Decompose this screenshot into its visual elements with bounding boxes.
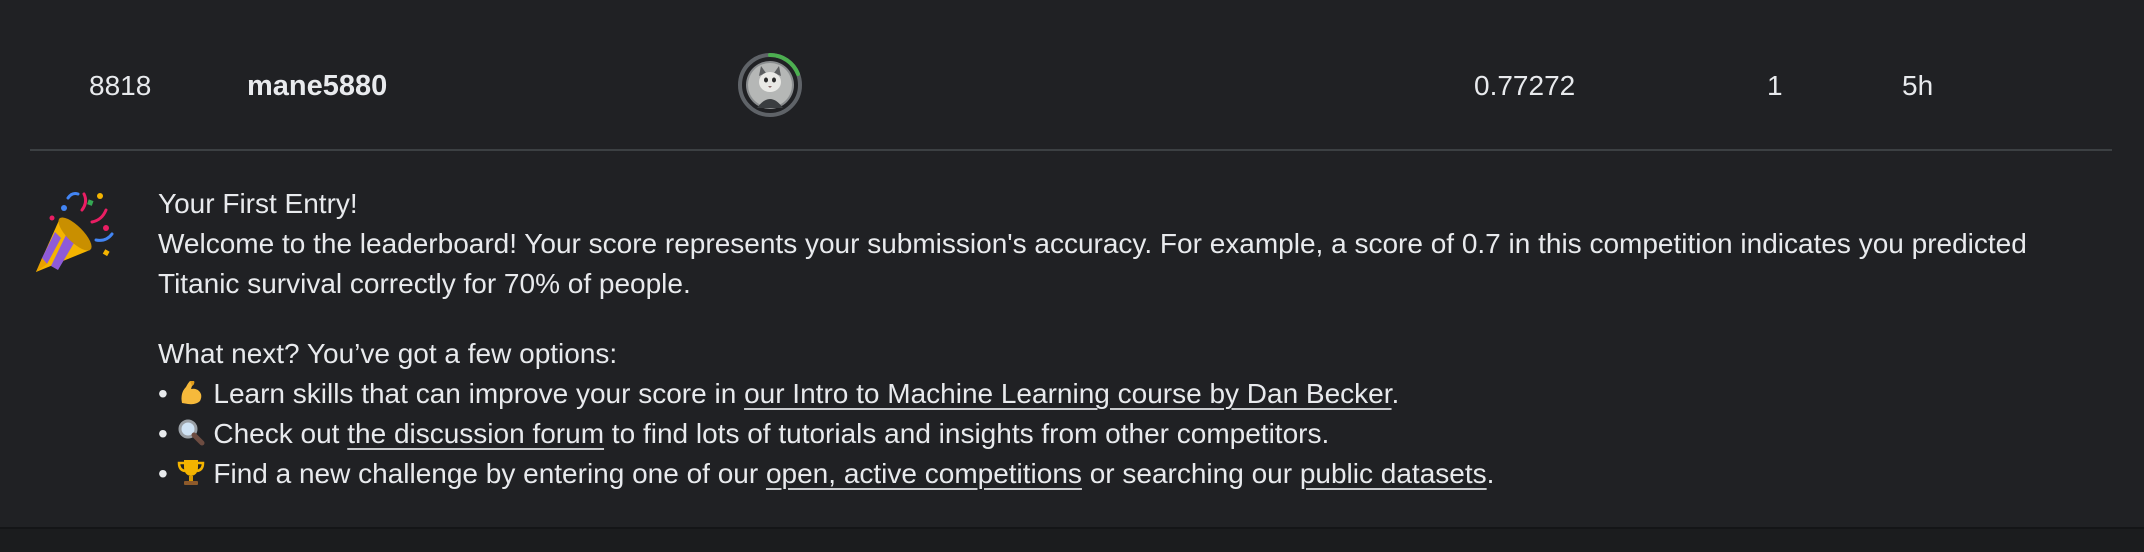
bullet: • [158,378,168,409]
bullet2-suffix: to find lots of tutorials and insights f… [604,418,1330,449]
bullet3-prefix: Find a new challenge by entering one of … [213,458,766,489]
discussion-forum-link[interactable]: the discussion forum [347,418,604,449]
next-heading: What next? You’ve got a few options: [158,338,618,369]
list-item: • Learn skills that can improve your sco… [158,374,2088,414]
first-entry-message: Your First Entry! Welcome to the leaderb… [158,184,2088,494]
list-item: • Check out the discussion forum to find… [158,414,2088,454]
team-name[interactable]: mane5880 [247,0,387,172]
trophy-icon [176,457,206,487]
bullet3-suffix: . [1486,458,1495,489]
entries-cell: 1 [1767,70,1783,101]
bullet: • [158,458,168,489]
magnifying-glass-icon [176,417,206,447]
bullet1-suffix: . [1391,378,1400,409]
party-popper-icon [30,188,114,280]
bullet: • [158,418,168,449]
score-cell: 0.77272 [1474,70,1576,101]
public-datasets-link[interactable]: public datasets [1300,458,1487,489]
welcome-text: Welcome to the leaderboard! Your score r… [158,228,2027,299]
flexed-biceps-icon [176,377,206,407]
ml-course-link[interactable]: our Intro to Machine Learning course by … [744,378,1391,409]
bullet3-middle: or searching our [1081,458,1300,489]
avatar[interactable] [737,52,803,118]
leaderboard-row[interactable]: 8818 mane5880 0.77272 1 5h [30,0,2112,151]
first-entry-title: Your First Entry! [158,188,358,219]
rank-cell: 8818 [89,70,152,101]
bullet2-prefix: Check out [213,418,348,449]
last-submission-cell: 5h [1902,70,1934,101]
list-item: • Find a new challenge by entering one o… [158,454,2088,494]
active-competitions-link[interactable]: open, active competitions [766,458,1082,489]
next-row-edge [0,527,2144,552]
bullet1-prefix: Learn skills that can improve your score… [213,378,745,409]
